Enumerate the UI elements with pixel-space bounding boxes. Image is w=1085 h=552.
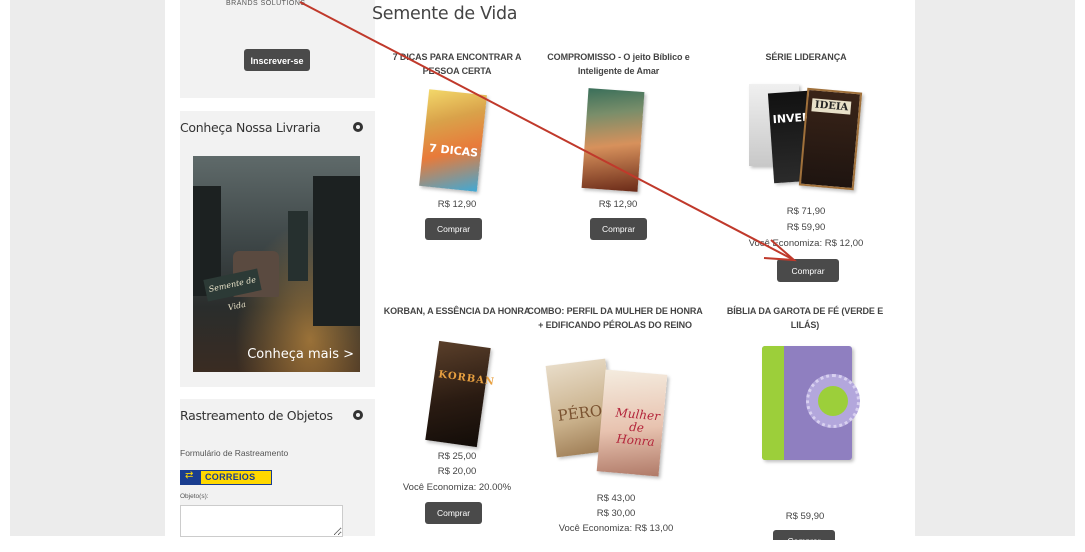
product-name[interactable]: SÉRIE LIDERANÇA [721, 50, 891, 64]
newsletter-logo-strip: BRANDS SOLUTIONS [226, 0, 306, 7]
product-card: COMPROMISSO - O jeito Bíblico e Intelige… [533, 50, 703, 250]
objects-label: Objeto(s): [180, 493, 209, 500]
product-price: R$ 59,90 [786, 222, 826, 233]
bible-spine [762, 346, 784, 460]
product-name[interactable]: COMBO: PERFIL DA MULHER DE HONRA + EDIFI… [525, 304, 705, 332]
buy-button[interactable]: Comprar [425, 218, 482, 240]
product-cover-image-3: IDEIA [798, 87, 863, 191]
left-background-band [10, 0, 165, 536]
product-price: R$ 59,90 [785, 511, 825, 522]
cover-title: IDEIA [811, 98, 852, 115]
buy-button[interactable]: Comprar [773, 530, 835, 546]
cover-title: 7 DICAS [428, 141, 479, 160]
product-price: R$ 12,90 [437, 199, 477, 210]
product-cover-image[interactable] [581, 88, 645, 192]
product-cover-image[interactable] [762, 346, 860, 460]
product-price: R$ 30,00 [596, 508, 636, 519]
product-savings: Você Economiza: 20.00% [402, 482, 512, 493]
page-title: Semente de Vida [372, 4, 518, 24]
right-background-band [915, 0, 1075, 536]
product-cover-image-2: Mulher de Honra [596, 369, 668, 477]
buy-button[interactable]: Comprar [425, 502, 482, 524]
cover-title: KORBAN [437, 369, 496, 388]
bookstore-image[interactable]: Semente de Vida Conheça mais > [193, 156, 360, 372]
product-original-price: R$ 43,00 [596, 493, 636, 504]
correios-arrows-icon [181, 470, 201, 484]
flower-center [818, 386, 848, 416]
buy-button[interactable]: Comprar [590, 218, 647, 240]
correios-logo-text: CORREIOS [205, 472, 256, 482]
product-card: BÍBLIA DA GAROTA DE FÉ (VERDE E LILÁS) R… [720, 304, 890, 546]
buy-button[interactable]: Comprar [777, 259, 839, 282]
tracking-form-label: Formulário de Rastreamento [180, 448, 289, 458]
tracking-widget: Rastreamento de Objetos Formulário de Ra… [180, 399, 375, 537]
tracking-objects-input[interactable] [180, 505, 343, 537]
cover-title: Mulher de Honra [615, 405, 661, 450]
widget-settings-icon[interactable] [353, 122, 363, 132]
product-price: R$ 20,00 [437, 466, 477, 477]
product-original-price: R$ 71,90 [786, 206, 826, 217]
correios-logo: CORREIOS [180, 470, 272, 485]
product-original-price: R$ 25,00 [437, 451, 477, 462]
product-name[interactable]: KORBAN, A ESSÊNCIA DA HONRA [381, 304, 533, 318]
bookstore-more-link[interactable]: Conheça mais > [247, 347, 354, 362]
bookstore-widget-title: Conheça Nossa Livraria [180, 120, 321, 135]
product-card: 7 DICAS PARA ENCONTRAR A PESSOA CERTA 7 … [372, 50, 542, 250]
product-name[interactable]: 7 DICAS PARA ENCONTRAR A PESSOA CERTA [377, 50, 537, 78]
widget-settings-icon[interactable] [353, 410, 363, 420]
bookstore-widget-header: Conheça Nossa Livraria [180, 111, 375, 145]
tracking-widget-header: Rastreamento de Objetos [180, 399, 375, 433]
product-name[interactable]: COMPROMISSO - O jeito Bíblico e Intelige… [531, 50, 706, 78]
page-container: BRANDS SOLUTIONS Inscrever-se Conheça No… [165, 0, 915, 546]
product-card: KORBAN, A ESSÊNCIA DA HONRA KORBAN R$ 25… [372, 304, 542, 536]
product-card: COMBO: PERFIL DA MULHER DE HONRA + EDIFI… [527, 304, 702, 536]
bookstore-widget: Conheça Nossa Livraria Semente de Vida C… [180, 111, 375, 387]
product-name[interactable]: BÍBLIA DA GAROTA DE FÉ (VERDE E LILÁS) [715, 304, 895, 332]
product-price: R$ 12,90 [598, 199, 638, 210]
subscribe-button[interactable]: Inscrever-se [244, 49, 310, 71]
product-cover-image[interactable]: 7 DICAS [419, 89, 487, 192]
tracking-widget-title: Rastreamento de Objetos [180, 408, 333, 423]
product-card: SÉRIE LIDERANÇA INVEN IDEIA R$ 71,90 R$ … [721, 50, 891, 290]
product-cover-image[interactable]: KORBAN [425, 340, 496, 448]
product-savings: Você Economiza: R$ 13,00 [558, 523, 674, 534]
product-savings: Você Economiza: R$ 12,00 [748, 238, 864, 249]
cover-title: PÉRO [556, 401, 604, 425]
newsletter-widget: BRANDS SOLUTIONS Inscrever-se [180, 0, 375, 98]
